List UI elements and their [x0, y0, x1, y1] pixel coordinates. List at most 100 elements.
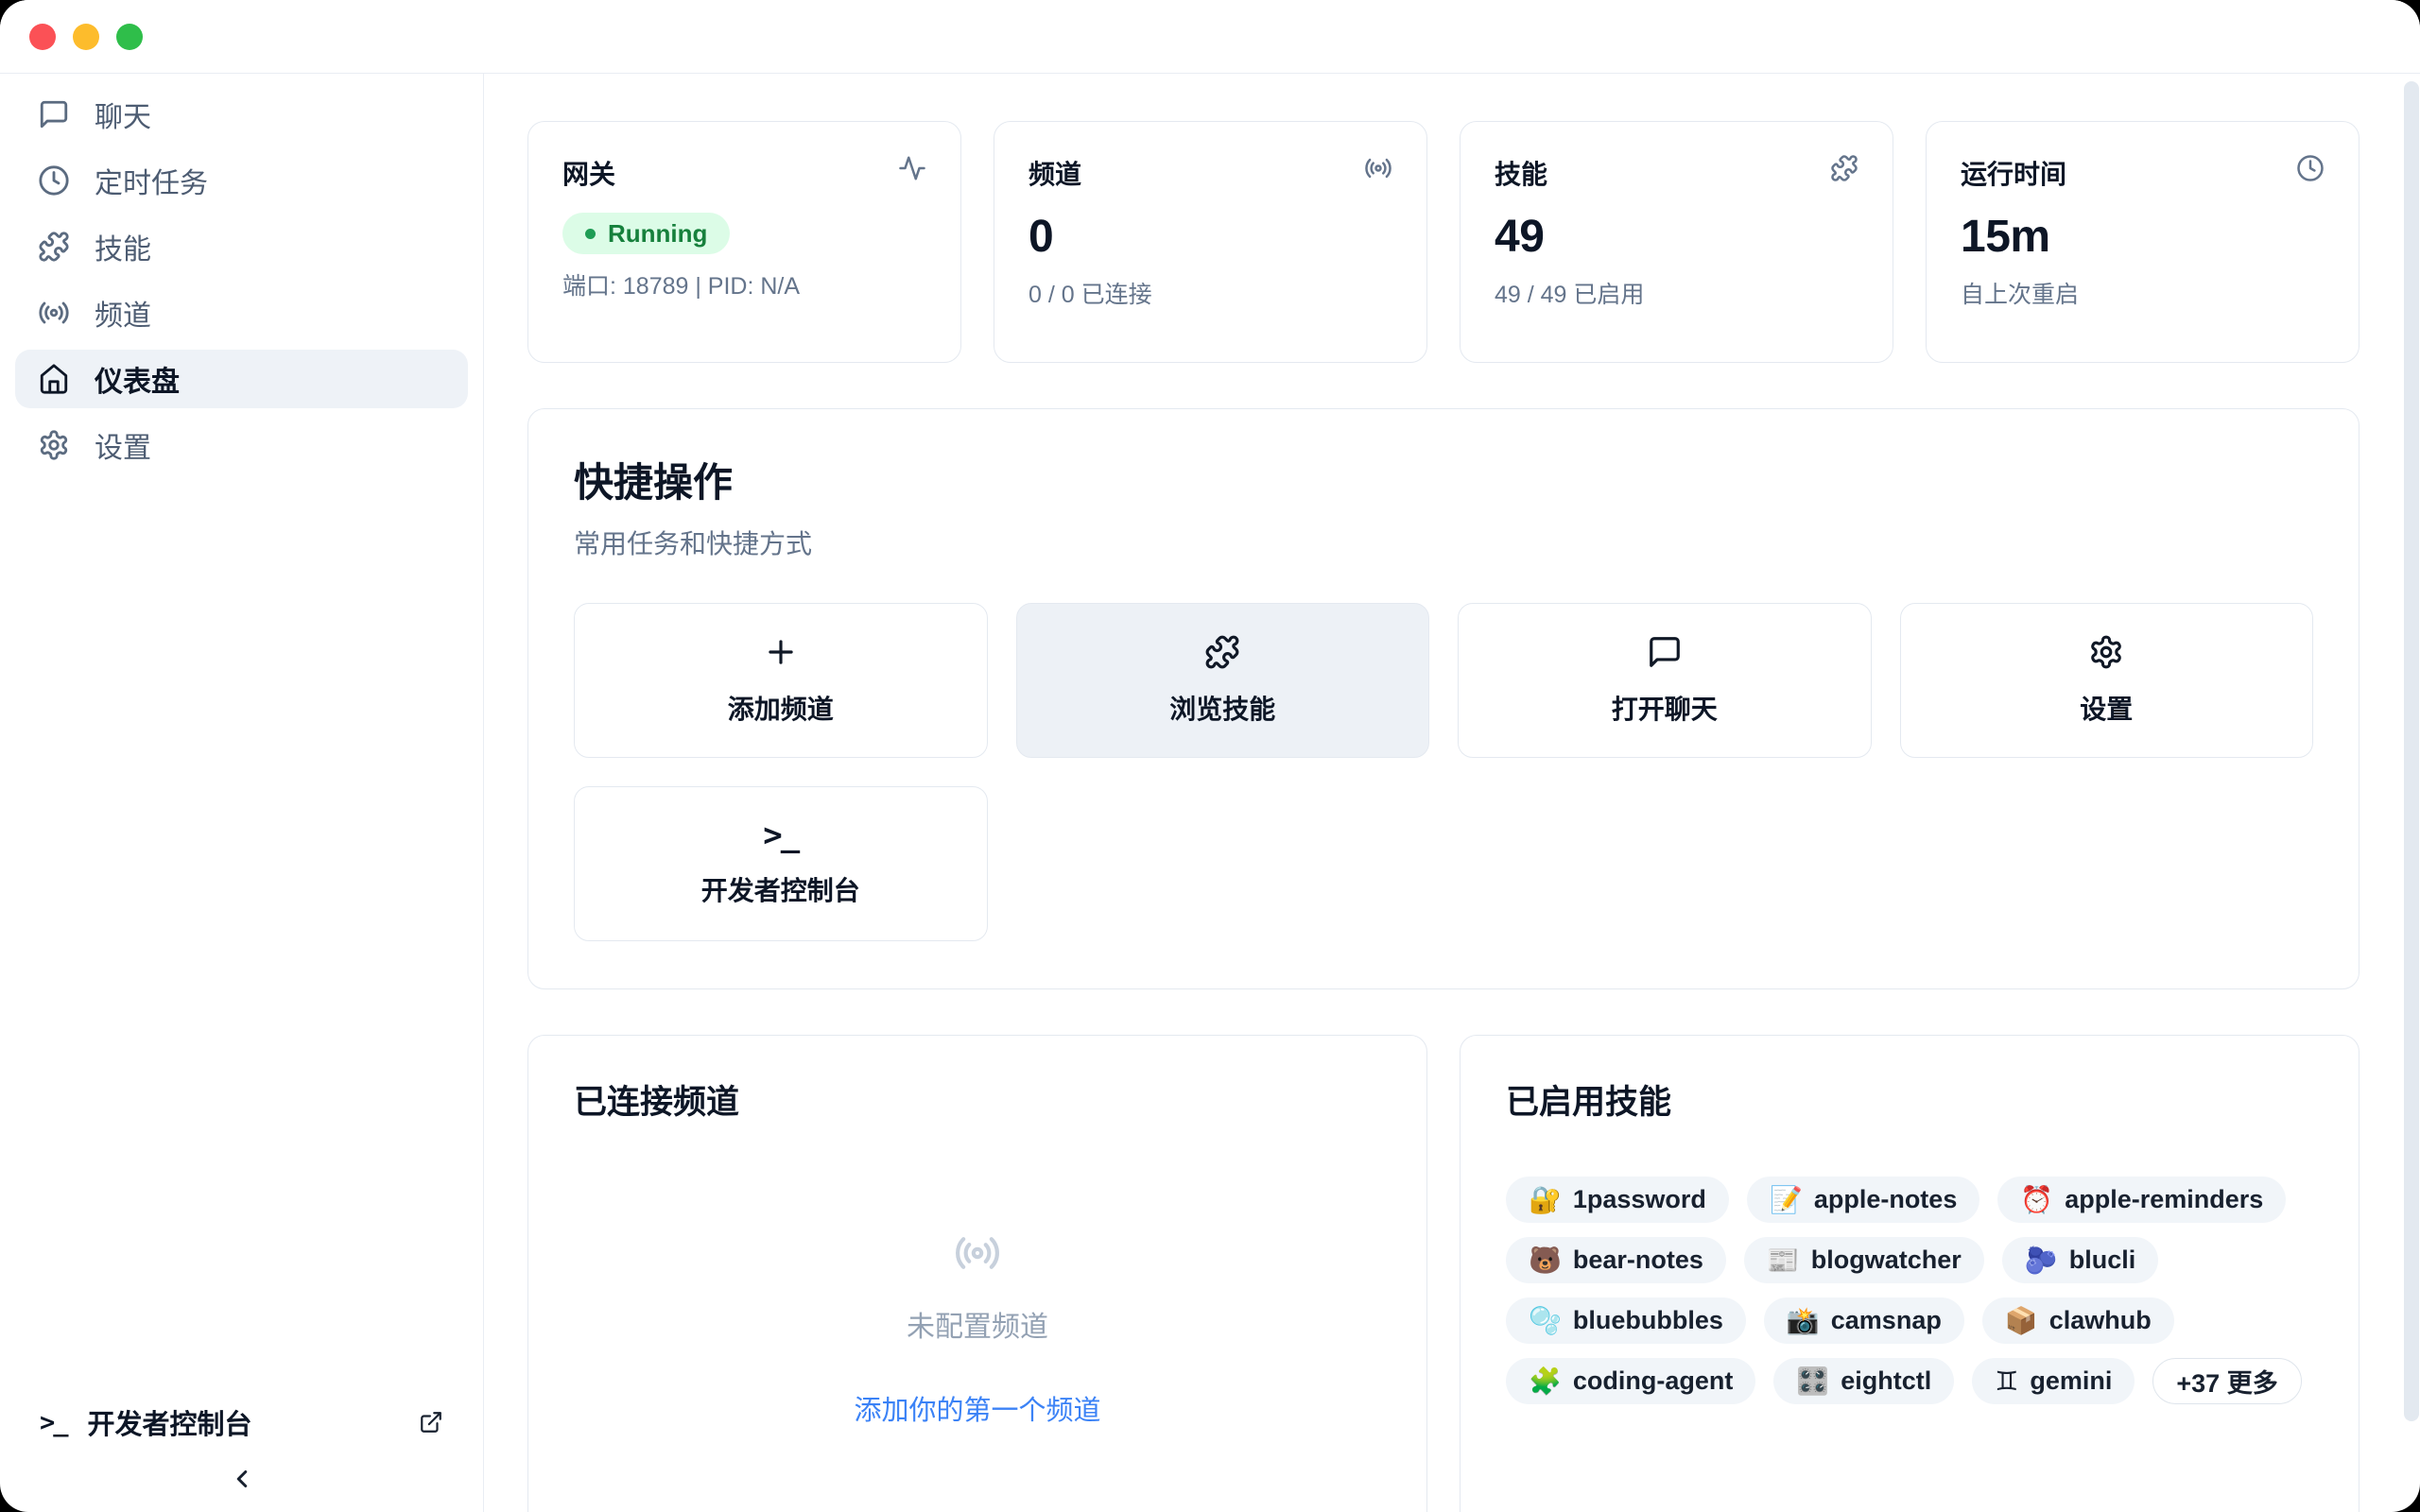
- dev-console-button[interactable]: >_ 开发者控制台: [574, 786, 988, 941]
- radio-icon: [1364, 154, 1392, 182]
- action-label: 浏览技能: [1169, 689, 1275, 727]
- skill-chip: 🫐 blucli: [2002, 1237, 2158, 1283]
- skill-name: blucli: [2069, 1246, 2136, 1275]
- stat-card-skills: 技能 49 49 / 49 已启用: [1460, 121, 1893, 363]
- action-label: 设置: [2080, 689, 2133, 727]
- stat-subtitle: 0 / 0 已连接: [1028, 276, 1392, 310]
- skill-chip: ⏰ apple-reminders: [1997, 1177, 2286, 1223]
- app-window: 聊天 定时任务 技能 频道 仪表盘: [0, 0, 2420, 1512]
- quick-actions-subtitle: 常用任务和快捷方式: [574, 524, 2313, 561]
- settings-button[interactable]: 设置: [1900, 603, 2314, 758]
- skill-emoji-icon: 📸: [1787, 1308, 1820, 1334]
- minimize-button[interactable]: [73, 24, 99, 50]
- stat-subtitle: 端口: 18789 | PID: N/A: [562, 267, 926, 301]
- quick-actions-title: 快捷操作: [574, 451, 2313, 508]
- sidebar-item-label: 技能: [95, 226, 151, 267]
- sidebar-item-skills[interactable]: 技能: [15, 217, 468, 276]
- add-first-channel-link[interactable]: 添加你的第一个频道: [854, 1388, 1100, 1428]
- sidebar-item-dashboard[interactable]: 仪表盘: [15, 350, 468, 408]
- clock-icon: [2296, 154, 2325, 182]
- skill-name: coding-agent: [1573, 1366, 1734, 1396]
- skill-name: apple-reminders: [2065, 1185, 2263, 1214]
- skill-emoji-icon: 🔐: [1529, 1187, 1562, 1213]
- dev-console-label: 开发者控制台: [88, 1402, 252, 1442]
- stat-value: 15m: [1961, 211, 2325, 263]
- close-button[interactable]: [29, 24, 56, 50]
- skill-chip: 🐻 bear-notes: [1506, 1237, 1726, 1283]
- sidebar-item-chat[interactable]: 聊天: [15, 85, 468, 144]
- sidebar-item-label: 设置: [95, 424, 151, 466]
- skill-emoji-icon: ⏰: [2020, 1187, 2053, 1213]
- sidebar-item-channels[interactable]: 频道: [15, 284, 468, 342]
- sidebar-item-cron-tasks[interactable]: 定时任务: [15, 151, 468, 210]
- action-label: 打开聊天: [1612, 689, 1718, 727]
- stat-value: 49: [1495, 211, 1858, 263]
- skill-chip: 📝 apple-notes: [1747, 1177, 1979, 1223]
- stat-title: 频道: [1028, 154, 1081, 192]
- add-channel-button[interactable]: 添加频道: [574, 603, 988, 758]
- skill-name: blogwatcher: [1811, 1246, 1962, 1275]
- sidebar-item-label: 频道: [95, 292, 151, 334]
- skill-emoji-icon: 🧩: [1529, 1368, 1562, 1395]
- scrollbar-thumb[interactable]: [2404, 81, 2419, 1421]
- skill-emoji-icon: 🎛️: [1796, 1368, 1829, 1395]
- stat-title: 技能: [1495, 154, 1547, 192]
- skill-name: eightctl: [1841, 1366, 1931, 1396]
- browse-skills-button[interactable]: 浏览技能: [1016, 603, 1430, 758]
- terminal-icon: >_: [40, 1410, 67, 1435]
- skill-chip: 📰 blogwatcher: [1744, 1237, 1984, 1283]
- skill-name: clawhub: [2049, 1306, 2152, 1335]
- sidebar-item-label: 定时任务: [95, 160, 208, 201]
- bottom-grid: 已连接频道 未配置频道 添加你的第一个频道 已启用技能 🔐 1password: [527, 1035, 2360, 1512]
- skill-chip: 🫧 bluebubbles: [1506, 1297, 1746, 1344]
- external-link-icon: [419, 1410, 443, 1435]
- skill-name: apple-notes: [1814, 1185, 1958, 1214]
- skill-emoji-icon: 📦: [2005, 1308, 2038, 1334]
- enabled-skills-panel: 已启用技能 🔐 1password 📝 apple-notes ⏰ appl: [1460, 1035, 2360, 1512]
- window-body: 聊天 定时任务 技能 频道 仪表盘: [0, 74, 2420, 1512]
- skill-name: 1password: [1573, 1185, 1706, 1214]
- stat-subtitle: 自上次重启: [1961, 276, 2325, 310]
- dashboard-main: 网关 Running 端口: 18789 | PID: N/A 频道: [484, 74, 2420, 1512]
- message-square-icon: [1647, 634, 1683, 670]
- titlebar: [0, 0, 2420, 74]
- maximize-button[interactable]: [116, 24, 143, 50]
- skill-chip: 🧩 coding-agent: [1506, 1358, 1755, 1404]
- puzzle-icon: [38, 231, 70, 263]
- sidebar-item-label: 仪表盘: [95, 358, 180, 400]
- sidebar-item-settings[interactable]: 设置: [15, 416, 468, 474]
- skill-chip: 📦 clawhub: [1982, 1297, 2174, 1344]
- stat-card-uptime: 运行时间 15m 自上次重启: [1926, 121, 2360, 363]
- status-badge: Running: [562, 213, 730, 254]
- more-skills-button[interactable]: +37 更多: [2152, 1358, 2301, 1404]
- radio-icon: [954, 1229, 1001, 1277]
- activity-icon: [898, 154, 926, 182]
- stat-title: 网关: [562, 154, 615, 192]
- collapse-row: [15, 1450, 468, 1493]
- status-label: Running: [608, 219, 707, 249]
- skill-name: camsnap: [1831, 1306, 1942, 1335]
- skill-emoji-icon: 📰: [1767, 1247, 1800, 1274]
- stat-title: 运行时间: [1961, 154, 2066, 192]
- sidebar-footer: >_ 开发者控制台: [15, 1395, 468, 1493]
- dev-console-link[interactable]: >_ 开发者控制台: [15, 1395, 468, 1450]
- clock-icon: [38, 164, 70, 197]
- connected-channels-title: 已连接频道: [574, 1075, 1381, 1124]
- chevron-left-icon: [228, 1465, 256, 1493]
- puzzle-icon: [1204, 634, 1240, 670]
- open-chat-button[interactable]: 打开聊天: [1458, 603, 1872, 758]
- skill-chip: ♊ gemini: [1972, 1358, 2135, 1404]
- sidebar-item-label: 聊天: [95, 94, 151, 135]
- empty-channels-text: 未配置频道: [907, 1303, 1048, 1345]
- status-dot-icon: [585, 229, 596, 239]
- action-label: 开发者控制台: [701, 870, 860, 908]
- home-icon: [38, 363, 70, 395]
- stat-card-channels: 频道 0 0 / 0 已连接: [994, 121, 1427, 363]
- message-square-icon: [38, 98, 70, 130]
- skill-name: bluebubbles: [1573, 1306, 1723, 1335]
- skill-emoji-icon: 🐻: [1529, 1247, 1562, 1274]
- skill-emoji-icon: 🫐: [2025, 1247, 2058, 1274]
- skill-chip: 📸 camsnap: [1764, 1297, 1964, 1344]
- sidebar-collapse-button[interactable]: [228, 1465, 256, 1493]
- enabled-skills-title: 已启用技能: [1506, 1075, 2313, 1124]
